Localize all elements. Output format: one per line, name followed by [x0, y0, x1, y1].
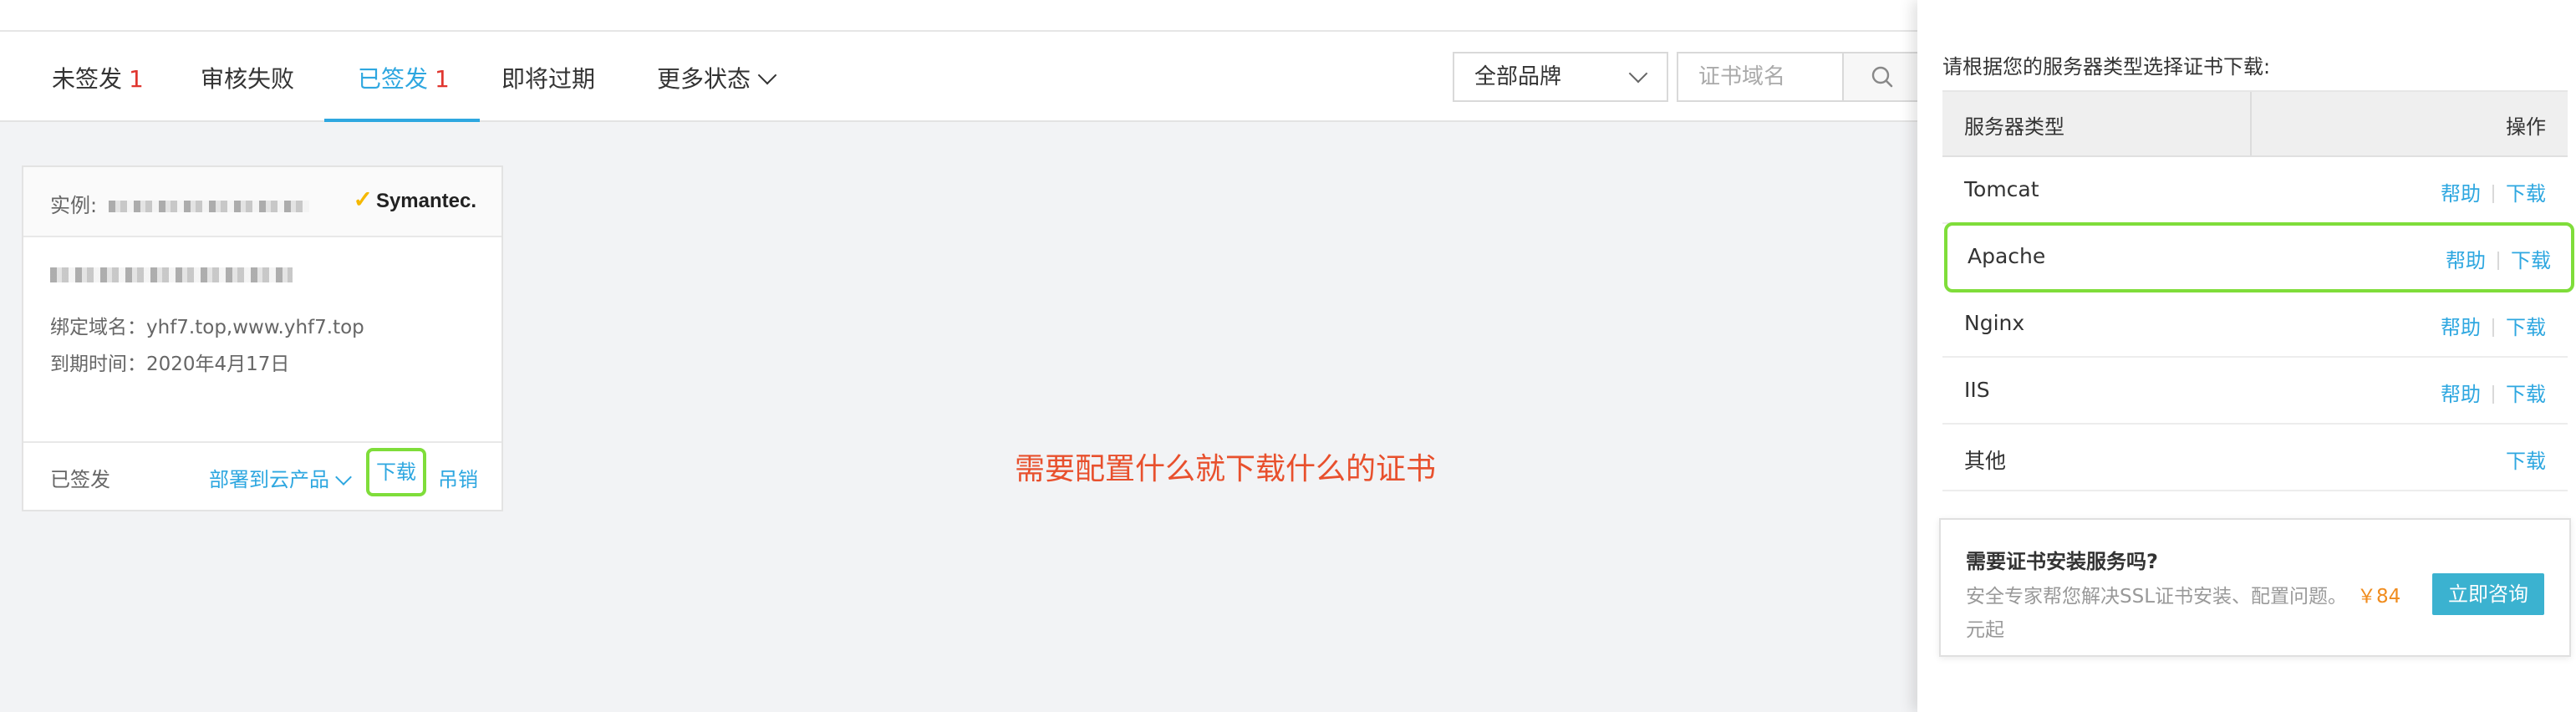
promo-title: 需要证书安装服务吗?: [1966, 550, 2158, 573]
symantec-logo: ✓ Symantec.: [353, 186, 476, 213]
tab-count: 1: [129, 65, 144, 93]
top-strip: [0, 0, 1922, 32]
drawer-title: 请根据您的服务器类型选择证书下载:: [1942, 55, 2271, 79]
bound-domain: 绑定域名：yhf7.top,www.yhf7.top: [50, 317, 364, 338]
install-service-promo: 需要证书安装服务吗? 安全专家帮您解决SSL证书安装、配置问题。 ￥84 元起 立即…: [1939, 518, 2571, 657]
chevron-down-icon: [757, 65, 777, 85]
promo-description: 安全专家帮您解决SSL证书安装、配置问题。 ￥84 元起: [1966, 580, 2434, 647]
help-link[interactable]: 帮助: [2441, 182, 2481, 206]
download-link[interactable]: 下载: [2506, 316, 2546, 339]
server-type-table: 服务器类型 操作 Tomcat 帮助 下载 Apache 帮助 下载 Nginx 帮…: [1942, 90, 2574, 491]
redacted-cert-name: [50, 266, 301, 282]
tab-issued[interactable]: 已签发 1: [324, 32, 480, 122]
table-row-apache: Apache 帮助 下载: [1944, 222, 2574, 292]
revoke-button[interactable]: 吊销: [438, 463, 478, 492]
row-actions: 帮助 下载: [2446, 244, 2551, 273]
column-header-server-type: 服务器类型: [1964, 115, 2064, 139]
chevron-down-icon: [1628, 64, 1648, 84]
table-header: 服务器类型 操作: [1942, 92, 2568, 157]
deploy-label: 部署到云产品: [209, 468, 329, 491]
search-button[interactable]: [1844, 52, 1922, 102]
help-link[interactable]: 帮助: [2446, 249, 2486, 272]
tab-label: 审核失败: [201, 65, 295, 93]
redacted-instance-id: [108, 201, 309, 212]
table-row-tomcat: Tomcat 帮助 下载: [1942, 157, 2568, 224]
expire-date: 到期时间：2020年4月17日: [50, 353, 290, 375]
row-actions: 帮助 下载: [2441, 378, 2546, 407]
row-actions: 帮助 下载: [2441, 311, 2546, 340]
card-header: 实例: ✓ Symantec.: [23, 167, 501, 237]
table-row-other: 其他 下载: [1942, 425, 2568, 491]
tab-label: 未签发: [52, 65, 123, 93]
divider: [2497, 252, 2499, 270]
server-name: IIS: [1964, 378, 1990, 402]
chevron-down-icon: [335, 469, 352, 486]
download-link[interactable]: 下载: [2506, 383, 2546, 406]
annotation-text: 需要配置什么就下载什么的证书: [1015, 452, 1437, 486]
tab-review-failed[interactable]: 审核失败: [201, 32, 294, 120]
check-icon: ✓: [353, 186, 373, 212]
download-link[interactable]: 下载: [2506, 182, 2546, 206]
divider: [2492, 185, 2494, 203]
domain-search-input[interactable]: [1677, 52, 1844, 102]
promo-suffix: 元起: [1966, 619, 2004, 641]
server-name: Nginx: [1964, 311, 2025, 335]
server-name: 其他: [1964, 449, 2007, 473]
status-badge: 已签发: [50, 468, 110, 491]
divider: [2492, 318, 2494, 337]
promo-desc-text: 安全专家帮您解决SSL证书安装、配置问题。: [1966, 586, 2348, 608]
card-footer: 已签发 部署到云产品 下载 吊销: [23, 441, 501, 510]
brand-select[interactable]: 全部品牌: [1453, 52, 1668, 102]
help-link[interactable]: 帮助: [2441, 316, 2481, 339]
certificate-card: 实例: ✓ Symantec. 绑定域名：yhf7.top,www.yhf7.to…: [22, 165, 503, 511]
tab-expiring-soon[interactable]: 即将过期: [501, 32, 595, 120]
server-name: Apache: [1968, 244, 2046, 268]
tab-label: 即将过期: [501, 65, 596, 93]
divider: [2492, 385, 2494, 404]
column-header-actions: 操作: [2506, 115, 2546, 139]
server-name: Tomcat: [1964, 177, 2039, 201]
download-drawer: 请根据您的服务器类型选择证书下载: 服务器类型 操作 Tomcat 帮助 下载 A…: [1917, 0, 2576, 712]
download-link[interactable]: 下载: [2506, 450, 2546, 473]
row-actions: 帮助 下载: [2441, 177, 2546, 206]
tab-count: 1: [435, 65, 450, 93]
tab-label: 已签发: [358, 65, 429, 93]
deploy-to-cloud-button[interactable]: 部署到云产品: [209, 463, 352, 492]
help-link[interactable]: 帮助: [2441, 383, 2481, 406]
table-row-iis: IIS 帮助 下载: [1942, 358, 2568, 425]
download-link[interactable]: 下载: [2511, 249, 2551, 272]
row-actions: 下载: [2506, 445, 2546, 474]
promo-price: ￥84: [2357, 586, 2401, 608]
table-row-nginx: Nginx 帮助 下载: [1942, 291, 2568, 358]
consult-now-button[interactable]: 立即咨询: [2432, 573, 2544, 615]
download-button[interactable]: 下载: [366, 448, 426, 496]
brand-select-value: 全部品牌: [1474, 64, 1562, 89]
redacted-text: [50, 267, 293, 282]
instance-label: 实例:: [50, 194, 98, 217]
brand-logo-text: Symantec.: [375, 190, 476, 212]
column-divider: [2250, 92, 2252, 155]
tab-label: 更多状态: [657, 65, 751, 93]
tab-unissued[interactable]: 未签发 1: [52, 32, 144, 120]
tab-more-status[interactable]: 更多状态: [657, 32, 777, 120]
search-icon: [1871, 66, 1893, 88]
instance-id: 实例:: [50, 189, 309, 218]
